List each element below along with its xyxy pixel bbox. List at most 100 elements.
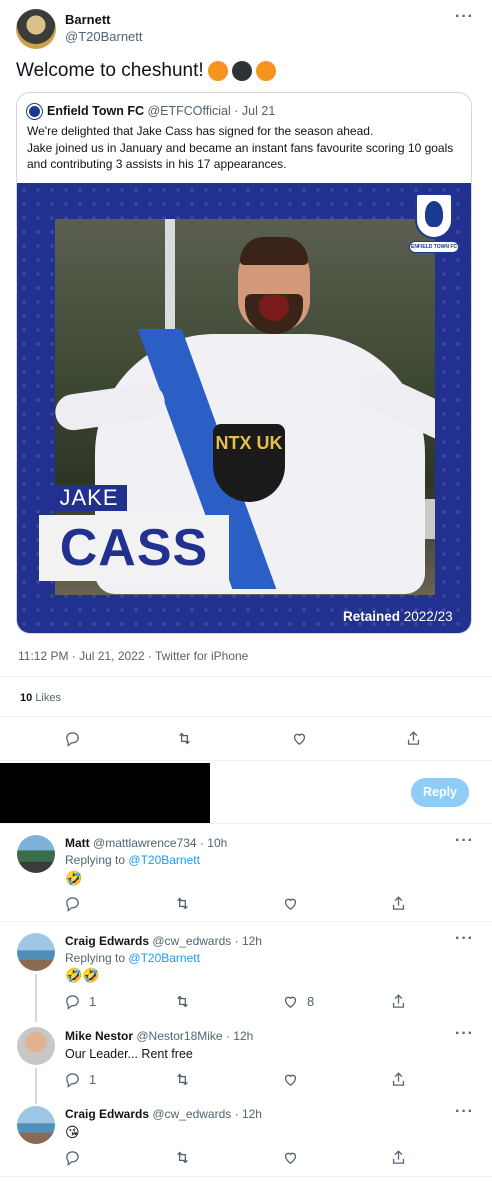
retweet-action[interactable]: [174, 1071, 191, 1088]
share-action[interactable]: [390, 993, 407, 1010]
quoted-author-name: Enfield Town FC: [47, 104, 144, 118]
retweet-action[interactable]: [174, 895, 191, 912]
retweet-icon: [177, 1073, 188, 1086]
reply-author-handle[interactable]: @mattlawrence734: [93, 836, 197, 850]
orange-circle-icon: [255, 61, 276, 81]
share-icon: [407, 731, 420, 745]
reply-author-name[interactable]: Craig Edwards: [65, 934, 149, 948]
author-name[interactable]: Barnett: [65, 12, 111, 27]
retweet-icon: [177, 995, 188, 1008]
reply-icon: [66, 732, 79, 747]
retained-text: Retained: [343, 609, 401, 624]
reply-avatar[interactable]: [17, 835, 55, 873]
reply-time[interactable]: 12h: [242, 1107, 262, 1121]
retweet-action[interactable]: [174, 993, 191, 1010]
more-options-icon[interactable]: ···: [455, 1025, 474, 1043]
likes-number: 10: [20, 692, 33, 704]
retweet-icon: [177, 1151, 188, 1164]
reply-text: 😘: [65, 1124, 80, 1140]
player-graphic[interactable]: NTX UK ENFIELD TOWN FC JAKE CASS Retaine…: [17, 183, 471, 633]
reply-author-name[interactable]: Craig Edwards: [65, 1107, 149, 1121]
share-action[interactable]: [390, 1071, 407, 1088]
reply-author-name[interactable]: Mike Nestor: [65, 1029, 133, 1043]
retweet-action[interactable]: [176, 730, 193, 747]
likes-count[interactable]: 10 Likes: [20, 692, 61, 704]
replying-to-label: Replying to: [65, 853, 126, 867]
retweet-action[interactable]: [174, 1149, 191, 1166]
retweet-icon: [177, 897, 188, 910]
replying-to-handle[interactable]: @T20Barnett: [128, 853, 200, 867]
reply-count: 1: [89, 1072, 97, 1087]
quoted-text: We're delighted that Jake Cass has signe…: [27, 123, 467, 173]
author-handle[interactable]: @T20Barnett: [65, 29, 143, 44]
tweet-timestamp[interactable]: 11:12 PM · Jul 21, 2022 · Twitter for iP…: [18, 649, 248, 663]
heart-icon: [293, 733, 306, 745]
quoted-text-line: Jake joined us in January and became an …: [27, 140, 454, 155]
reply-author-handle[interactable]: @cw_edwards: [152, 1107, 231, 1121]
likes-label: Likes: [35, 692, 61, 704]
sponsor-text: NTX UK: [215, 433, 283, 453]
reply-button[interactable]: Reply: [411, 778, 469, 807]
reply-text: 🤣🤣: [65, 967, 100, 983]
quoted-tweet[interactable]: Enfield Town FC @ETFCOfficial · Jul 21 W…: [16, 92, 472, 634]
reply-time[interactable]: 12h: [233, 1029, 253, 1043]
quoted-date: Jul 21: [241, 104, 276, 118]
share-action[interactable]: [390, 895, 407, 912]
club-badge-text: ENFIELD TOWN FC: [409, 241, 459, 253]
heart-icon: [284, 1074, 297, 1086]
quoted-text-line: We're delighted that Jake Cass has signe…: [27, 124, 374, 138]
retweet-icon: [179, 732, 190, 745]
share-icon: [392, 1150, 405, 1164]
tweet-text: Welcome to cheshunt!: [16, 60, 276, 82]
reply-action[interactable]: 1: [64, 1071, 96, 1088]
reply-avatar[interactable]: [17, 933, 55, 971]
like-action[interactable]: 8: [282, 993, 314, 1010]
reply-icon: [66, 1073, 79, 1088]
more-options-icon[interactable]: ···: [455, 832, 474, 850]
reply-action[interactable]: [64, 730, 81, 747]
orange-circle-icon: [207, 61, 228, 81]
like-action[interactable]: [282, 1149, 299, 1166]
reply-time[interactable]: 10h: [207, 836, 227, 850]
reply-action[interactable]: [64, 895, 81, 912]
reply-avatar[interactable]: [17, 1027, 55, 1065]
share-icon: [392, 1072, 405, 1086]
club-badge: ENFIELD TOWN FC: [409, 193, 459, 255]
season-text: 2022/23: [403, 609, 453, 624]
like-action[interactable]: [282, 1071, 299, 1088]
retained-label: Retained 2022/23: [343, 609, 453, 624]
replying-to: Replying to @T20Barnett: [65, 853, 200, 867]
like-action[interactable]: [291, 730, 308, 747]
reply-avatar[interactable]: [17, 1106, 55, 1144]
last-name-label: CASS: [39, 515, 229, 581]
author-avatar[interactable]: [16, 9, 56, 49]
more-options-icon[interactable]: ···: [455, 8, 474, 26]
reply-text: Our Leader... Rent free: [65, 1047, 193, 1061]
reply-author-name[interactable]: Matt: [65, 836, 90, 850]
quoted-header: Enfield Town FC @ETFCOfficial · Jul 21: [47, 104, 276, 118]
thread-line: [35, 974, 37, 1022]
redacted-area: [0, 763, 210, 823]
reply-count: 1: [89, 994, 97, 1009]
reply-author-handle[interactable]: @cw_edwards: [152, 934, 231, 948]
share-action[interactable]: [405, 730, 422, 747]
like-action[interactable]: [282, 895, 299, 912]
reply-action[interactable]: 1: [64, 993, 96, 1010]
more-options-icon[interactable]: ···: [455, 1103, 474, 1121]
reply-action[interactable]: [64, 1149, 81, 1166]
black-circle-icon: [231, 61, 252, 81]
reply-icon: [66, 995, 79, 1010]
thread-line: [35, 1068, 37, 1104]
tweet-text-content: Welcome to cheshunt!: [16, 60, 204, 81]
share-icon: [392, 994, 405, 1008]
reply-time[interactable]: 12h: [242, 934, 262, 948]
reply-author-handle[interactable]: @Nestor18Mike: [136, 1029, 222, 1043]
replying-to-handle[interactable]: @T20Barnett: [128, 951, 200, 965]
share-action[interactable]: [390, 1149, 407, 1166]
last-name-text: CASS: [59, 519, 209, 577]
reply-header: Craig Edwards @cw_edwards · 12h: [65, 934, 262, 948]
reply-text: 🤣: [65, 870, 83, 886]
reply-header: Matt @mattlawrence734 · 10h: [65, 836, 228, 850]
share-icon: [392, 896, 405, 910]
more-options-icon[interactable]: ···: [455, 930, 474, 948]
